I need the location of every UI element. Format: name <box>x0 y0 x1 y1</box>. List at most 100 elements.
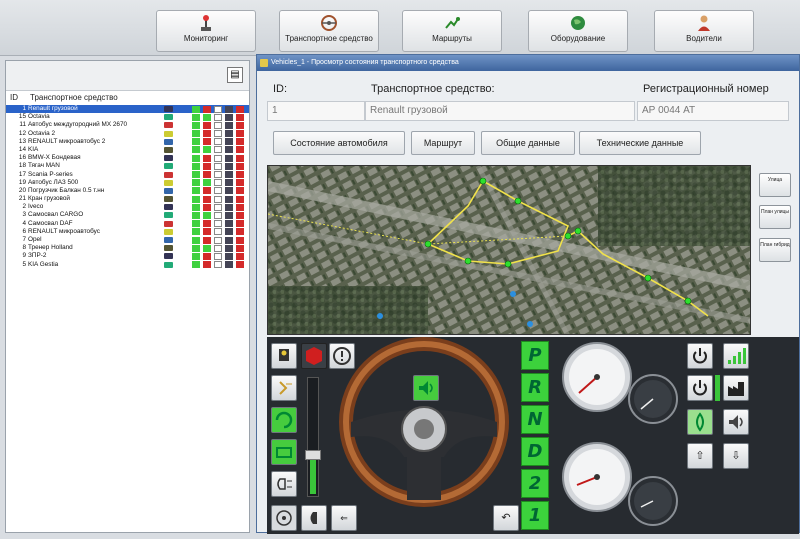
vehicle-button[interactable]: Транспортное средство <box>279 10 379 52</box>
vehicle-row[interactable]: 11 Автобус междугородний МХ 2670 <box>6 121 249 129</box>
tab-technical-data[interactable]: Технические данные <box>579 131 701 155</box>
status-online-icon <box>192 113 200 121</box>
gear-n[interactable]: N <box>521 405 549 434</box>
vehicle-row[interactable]: 5 KIA Gestia <box>6 261 249 269</box>
status-checkbox[interactable] <box>214 171 222 178</box>
battery-icon <box>276 447 292 458</box>
ventilation-button[interactable] <box>271 505 297 531</box>
status-checkbox[interactable] <box>214 244 222 252</box>
drivers-button[interactable]: Водители <box>654 10 754 52</box>
status-checkbox[interactable] <box>214 121 222 129</box>
tab-vehicle-state[interactable]: Состояние автомобиля <box>273 131 405 155</box>
vehicle-row[interactable]: 7 Opel <box>6 236 249 244</box>
tab-route[interactable]: Маршрут <box>411 131 475 155</box>
status-checkbox[interactable] <box>214 105 222 113</box>
factory-button[interactable] <box>723 375 749 401</box>
headlight-button[interactable] <box>271 471 297 497</box>
vehicle-row[interactable]: 19 Автобус ЛАЗ 500 <box>6 179 249 187</box>
routes-button[interactable]: Маршруты <box>402 10 502 52</box>
vehicle-row[interactable]: 13 RENAULT микроавтобус 2 <box>6 138 249 146</box>
status-checkbox[interactable] <box>214 211 222 219</box>
tab-general-data[interactable]: Общие данные <box>481 131 575 155</box>
column-vehicle[interactable]: Транспортное средство <box>30 91 118 105</box>
status-checkbox[interactable] <box>214 154 222 162</box>
vehicle-row[interactable]: 6 RENAULT микроавтобус <box>6 228 249 236</box>
status-alarm-icon <box>203 146 211 154</box>
status-online-icon <box>192 195 200 203</box>
gear-d[interactable]: D <box>521 437 549 466</box>
recirculation-button[interactable] <box>271 407 297 433</box>
arrow-down-button[interactable]: ⇩ <box>723 443 749 469</box>
status-checkbox[interactable] <box>214 252 222 260</box>
battery-button[interactable] <box>271 439 297 465</box>
vehicle-row[interactable]: 1 Renault грузовой <box>6 105 249 114</box>
vehicle-row[interactable]: 21 Кран грузовой <box>6 195 249 203</box>
map-hybrid-button[interactable]: План гибрид <box>759 238 791 262</box>
map-street-plan-button[interactable]: План улицы <box>759 205 791 229</box>
status-checkbox[interactable] <box>214 236 222 244</box>
power-button[interactable] <box>687 343 713 369</box>
satellite-map[interactable] <box>267 165 751 335</box>
status-error-icon <box>236 203 244 211</box>
status-online-icon <box>192 211 200 219</box>
status-checkbox[interactable] <box>214 220 222 228</box>
arrow-up-button[interactable]: ⇧ <box>687 443 713 469</box>
status-checkbox[interactable] <box>214 113 222 121</box>
vehicle-field[interactable]: Renault грузовой <box>365 101 635 121</box>
horn-button[interactable] <box>413 375 439 401</box>
vehicle-name: Самосвал DAF <box>28 219 73 227</box>
back-button[interactable]: ⇐ <box>331 505 357 531</box>
status-online-icon <box>192 261 200 269</box>
vehicle-type-icon <box>164 179 173 186</box>
vehicle-row[interactable]: 15 Octavia <box>6 113 249 121</box>
cooling-button[interactable] <box>687 409 713 435</box>
turn-signal-button[interactable]: ↶ <box>493 505 519 531</box>
reg-number-field[interactable]: АР 0044 АТ <box>637 101 789 121</box>
vehicle-type-icon <box>164 253 173 260</box>
gear-2[interactable]: 2 <box>521 469 549 498</box>
grid-view-button[interactable]: ▤ <box>227 67 243 83</box>
vehicle-row[interactable]: 14 KIA <box>6 146 249 154</box>
status-checkbox[interactable] <box>214 195 222 203</box>
column-id[interactable]: ID <box>10 91 18 105</box>
throttle-slider[interactable] <box>305 377 321 497</box>
engine-stop-button[interactable] <box>301 343 327 369</box>
arrow-up-icon: ⇧ <box>695 450 705 462</box>
equipment-button[interactable]: Оборудование <box>528 10 628 52</box>
status-checkbox[interactable] <box>214 228 222 236</box>
low-beam-button[interactable] <box>301 505 327 531</box>
vehicle-row[interactable]: 4 Самосвал DAF <box>6 220 249 228</box>
id-field[interactable]: 1 <box>267 101 365 121</box>
monitoring-button[interactable]: Мониторинг <box>156 10 256 52</box>
vehicle-row[interactable]: 18 Тягач MAN <box>6 162 249 170</box>
gear-1[interactable]: 1 <box>521 501 549 530</box>
gear-r[interactable]: R <box>521 373 549 402</box>
sound-button[interactable] <box>723 409 749 435</box>
status-checkbox[interactable] <box>214 261 222 269</box>
status-checkbox[interactable] <box>214 179 222 187</box>
vehicle-row[interactable]: 20 Погрузчик Балкан 0.5 т.нн <box>6 187 249 195</box>
throttle-thumb[interactable] <box>305 450 321 460</box>
status-checkbox[interactable] <box>214 130 222 138</box>
steering-wheel-icon[interactable] <box>339 337 509 507</box>
status-checkbox[interactable] <box>214 187 222 195</box>
vehicle-row[interactable]: 2 Iveco <box>6 203 249 211</box>
status-checkbox[interactable] <box>214 146 222 154</box>
status-checkbox[interactable] <box>214 203 222 211</box>
vehicle-row[interactable]: 12 Octavia 2 <box>6 130 249 138</box>
fog-light-button[interactable] <box>271 375 297 401</box>
status-checkbox[interactable] <box>214 162 222 170</box>
vehicle-row[interactable]: 9 ЗПР-2 <box>6 252 249 260</box>
vehicle-row[interactable]: 8 Тренер Holland <box>6 244 249 252</box>
vehicle-row[interactable]: 16 BMW-X Бондевая <box>6 154 249 162</box>
vehicle-row[interactable]: 3 Самосвал CARGO <box>6 211 249 219</box>
map-street-button[interactable]: Улица <box>759 173 791 197</box>
ignition-button[interactable] <box>687 375 713 401</box>
status-checkbox[interactable] <box>214 138 222 146</box>
vehicle-row[interactable]: 17 Scania Р-series <box>6 171 249 179</box>
gear-p[interactable]: P <box>521 341 549 370</box>
vehicle-name: Самосвал CARGO <box>28 211 84 219</box>
signal-light-button[interactable] <box>271 343 297 369</box>
window-titlebar[interactable]: Vehicles_1 - Просмотр состояния транспор… <box>257 55 799 71</box>
signal-strength-button[interactable] <box>723 343 749 369</box>
